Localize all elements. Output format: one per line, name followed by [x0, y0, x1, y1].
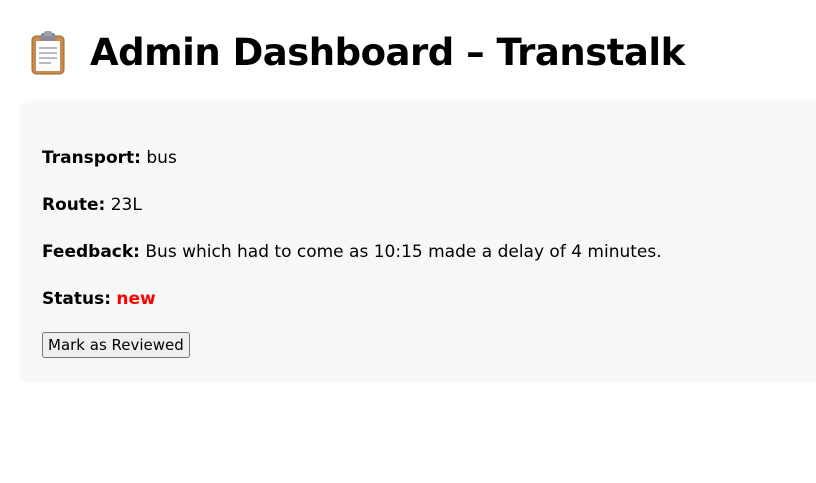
transport-row: Transport: bus [42, 147, 177, 169]
transport-value: bus [146, 148, 177, 168]
route-label: Route: [42, 195, 106, 215]
route-row: Route: 23L [42, 194, 142, 216]
route-value: 23L [110, 195, 142, 215]
page-header: Admin Dashboard – Transtalk [30, 28, 685, 78]
feedback-value: Bus which had to come as 10:15 made a de… [145, 242, 662, 262]
mark-as-reviewed-button[interactable]: Mark as Reviewed [42, 332, 190, 358]
clipboard-icon [30, 31, 66, 75]
status-label: Status: [42, 289, 111, 309]
transport-label: Transport: [42, 148, 141, 168]
status-badge: new [116, 289, 156, 309]
status-row: Status: new [42, 288, 156, 310]
feedback-card: Transport: bus Route: 23L Feedback: Bus … [22, 102, 816, 379]
feedback-label: Feedback: [42, 242, 140, 262]
feedback-row: Feedback: Bus which had to come as 10:15… [42, 241, 662, 263]
page-title: Admin Dashboard – Transtalk [90, 31, 685, 74]
